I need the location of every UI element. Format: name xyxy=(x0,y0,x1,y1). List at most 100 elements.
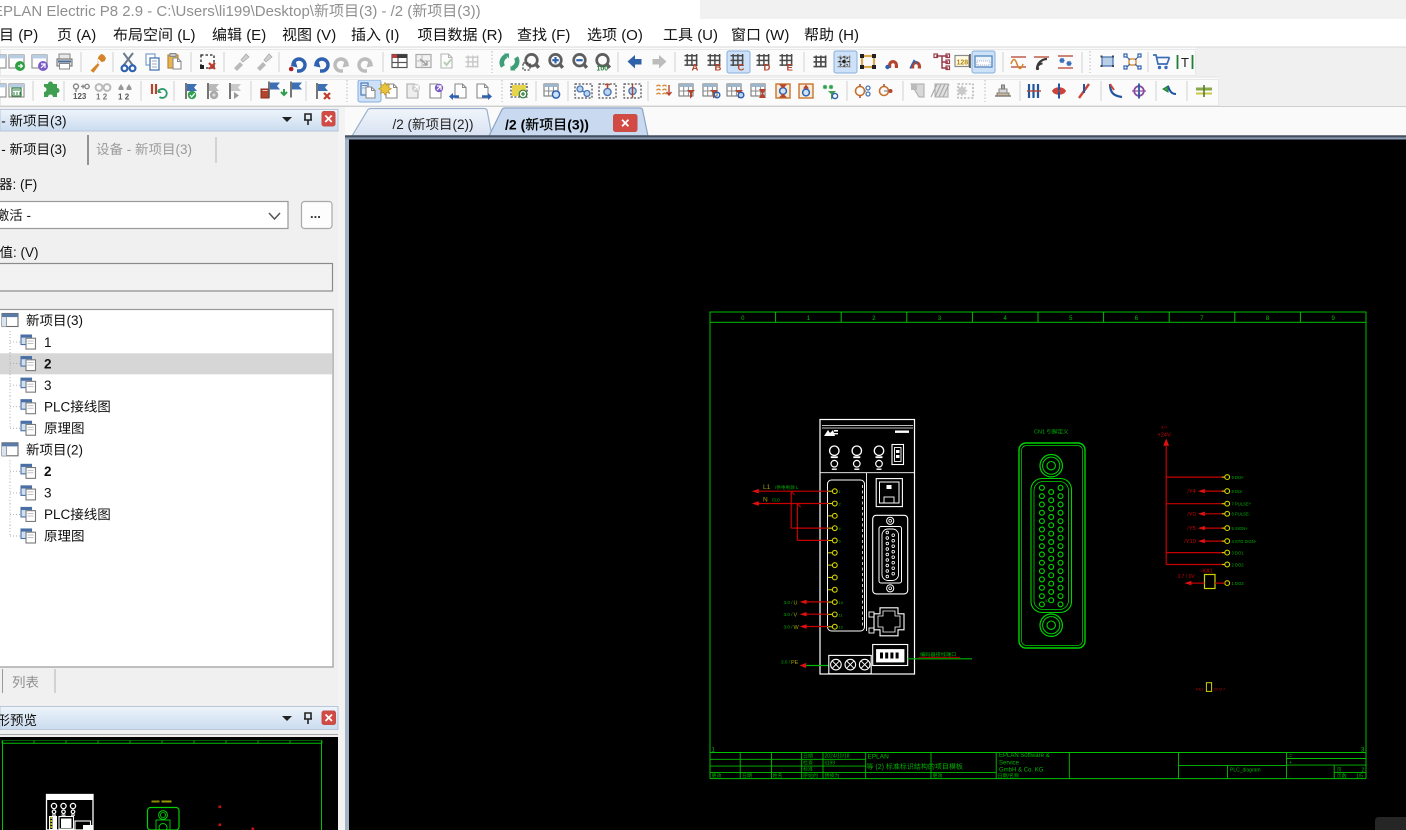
svg-text:2024/10/18: 2024/10/18 xyxy=(825,754,850,760)
svg-text:100: 100 xyxy=(597,66,609,73)
svg-text:-KA1: -KA1 xyxy=(1201,569,1213,575)
svg-text:-: - xyxy=(1,114,6,129)
svg-text:2: 2 xyxy=(125,93,130,102)
svg-text:(E): (E) xyxy=(246,27,266,44)
svg-text:PE: PE xyxy=(791,660,799,666)
svg-text:1/5: 1/5 xyxy=(1356,774,1363,780)
svg-text:DO1: DO1 xyxy=(1235,550,1244,555)
svg-text:(A): (A) xyxy=(76,27,96,44)
svg-text:(I): (I) xyxy=(385,27,399,44)
svg-text:DO3: DO3 xyxy=(1235,581,1244,586)
svg-text:1: 1 xyxy=(96,93,101,102)
svg-text:3.0: 3.0 xyxy=(781,660,788,665)
svg-text:T: T xyxy=(1181,55,1189,70)
svg-text:(H): (H) xyxy=(838,27,859,44)
svg-text:+24V: +24V xyxy=(1158,433,1171,439)
svg-text:20: 20 xyxy=(1214,688,1218,692)
svg-text:2: 2 xyxy=(1362,767,1365,773)
svg-text:(U): (U) xyxy=(697,27,718,44)
svg-text:SIGN+: SIGN+ xyxy=(1235,526,1248,531)
svg-text:PULSE-: PULSE- xyxy=(1235,512,1251,517)
svg-text:3.0: 3.0 xyxy=(784,600,791,605)
svg-text:(3)): (3)) xyxy=(567,117,589,133)
svg-text:2: 2 xyxy=(44,356,52,371)
svg-text:(L): (L) xyxy=(177,27,195,44)
svg-text:C: C xyxy=(738,62,745,73)
svg-text:U: U xyxy=(794,600,798,606)
svg-text:C:\Users\li199\Desktop\: C:\Users\li199\Desktop\ xyxy=(156,3,314,20)
svg-text:2.9: 2.9 xyxy=(122,3,143,20)
svg-text:&: & xyxy=(1046,753,1050,759)
svg-text:&: & xyxy=(1018,768,1022,774)
svg-text:-: - xyxy=(147,3,152,20)
svg-text:/Y4: /Y4 xyxy=(1187,489,1195,495)
svg-text:(3): (3) xyxy=(50,142,67,157)
svg-text:0V: 0V xyxy=(1189,574,1196,580)
svg-text:W: W xyxy=(794,625,800,631)
svg-text:DO2: DO2 xyxy=(1235,562,1244,567)
svg-text:CN1: CN1 xyxy=(1034,430,1045,436)
svg-text:-: - xyxy=(27,208,32,223)
svg-text:EPLAN: EPLAN xyxy=(999,753,1019,759)
svg-text:(F): (F) xyxy=(551,27,570,44)
svg-text:KG: KG xyxy=(1035,768,1044,774)
svg-text:Software: Software xyxy=(1020,753,1044,759)
svg-text:(V): (V) xyxy=(21,245,39,260)
svg-text:2: 2 xyxy=(44,464,52,479)
svg-text:(: ( xyxy=(521,117,526,133)
svg-text:(V): (V) xyxy=(316,27,336,44)
svg-text:EPLAN: EPLAN xyxy=(0,3,42,20)
svg-text:(P): (P) xyxy=(18,27,38,44)
svg-text:(3): (3) xyxy=(176,142,193,157)
svg-text:PLC: PLC xyxy=(44,399,71,414)
svg-text:PLC_diagram: PLC_diagram xyxy=(1230,767,1261,773)
svg-text:3.0: 3.0 xyxy=(1161,425,1167,430)
svg-text:(: ( xyxy=(407,3,412,20)
svg-text:10: 10 xyxy=(839,600,844,605)
svg-text:(3): (3) xyxy=(359,3,377,20)
svg-text:PLC: PLC xyxy=(44,507,71,522)
svg-text::: : xyxy=(13,245,17,260)
svg-text:(W): (W) xyxy=(765,27,789,44)
svg-text:128: 128 xyxy=(957,60,969,67)
svg-text:GmbH: GmbH xyxy=(999,768,1016,774)
svg-text:/Y5: /Y5 xyxy=(1187,526,1195,532)
svg-text:SIGN-: SIGN- xyxy=(1245,539,1257,544)
svg-text:3: 3 xyxy=(44,486,52,501)
svg-text:/Y0: /Y0 xyxy=(1187,512,1195,518)
svg-text:EPLAN: EPLAN xyxy=(868,754,890,761)
svg-text:PULSE+: PULSE+ xyxy=(1235,502,1252,507)
svg-text:/3.0: /3.0 xyxy=(772,497,780,502)
svg-text:/3.7: /3.7 xyxy=(1219,688,1225,692)
svg-text:30: 30 xyxy=(1045,599,1049,603)
svg-text:DI2-: DI2- xyxy=(1235,489,1244,494)
svg-text:Electric: Electric xyxy=(46,3,96,20)
svg-text:=: = xyxy=(1289,753,1292,759)
svg-text::: : xyxy=(13,177,17,192)
svg-text:STD: STD xyxy=(1235,539,1243,544)
svg-text:A: A xyxy=(692,62,699,73)
svg-text:...: ... xyxy=(310,206,321,221)
svg-text:12: 12 xyxy=(839,625,844,630)
svg-text:-: - xyxy=(1,142,6,157)
svg-text:V: V xyxy=(794,613,798,619)
svg-text:D: D xyxy=(764,62,771,73)
svg-text:-: - xyxy=(127,142,132,157)
svg-text:123: 123 xyxy=(73,92,87,101)
svg-text:E: E xyxy=(787,62,793,73)
svg-text:(2)): (2)) xyxy=(453,117,474,132)
svg-text:+: + xyxy=(1289,760,1292,766)
svg-text:3.0: 3.0 xyxy=(784,612,791,617)
svg-text:N: N xyxy=(763,496,768,503)
svg-text:/2: /2 xyxy=(391,3,404,20)
svg-text:1: 1 xyxy=(118,93,123,102)
svg-text:(O): (O) xyxy=(621,27,643,44)
svg-text:/Y10: /Y10 xyxy=(1184,539,1196,545)
svg-text:(: ( xyxy=(408,117,413,132)
svg-text:Service: Service xyxy=(999,760,1020,766)
svg-text:3: 3 xyxy=(44,378,52,393)
svg-text:2: 2 xyxy=(103,93,108,102)
svg-text:/2: /2 xyxy=(505,117,517,133)
svg-text:(2): (2) xyxy=(67,443,84,458)
svg-text:(2): (2) xyxy=(875,764,884,771)
